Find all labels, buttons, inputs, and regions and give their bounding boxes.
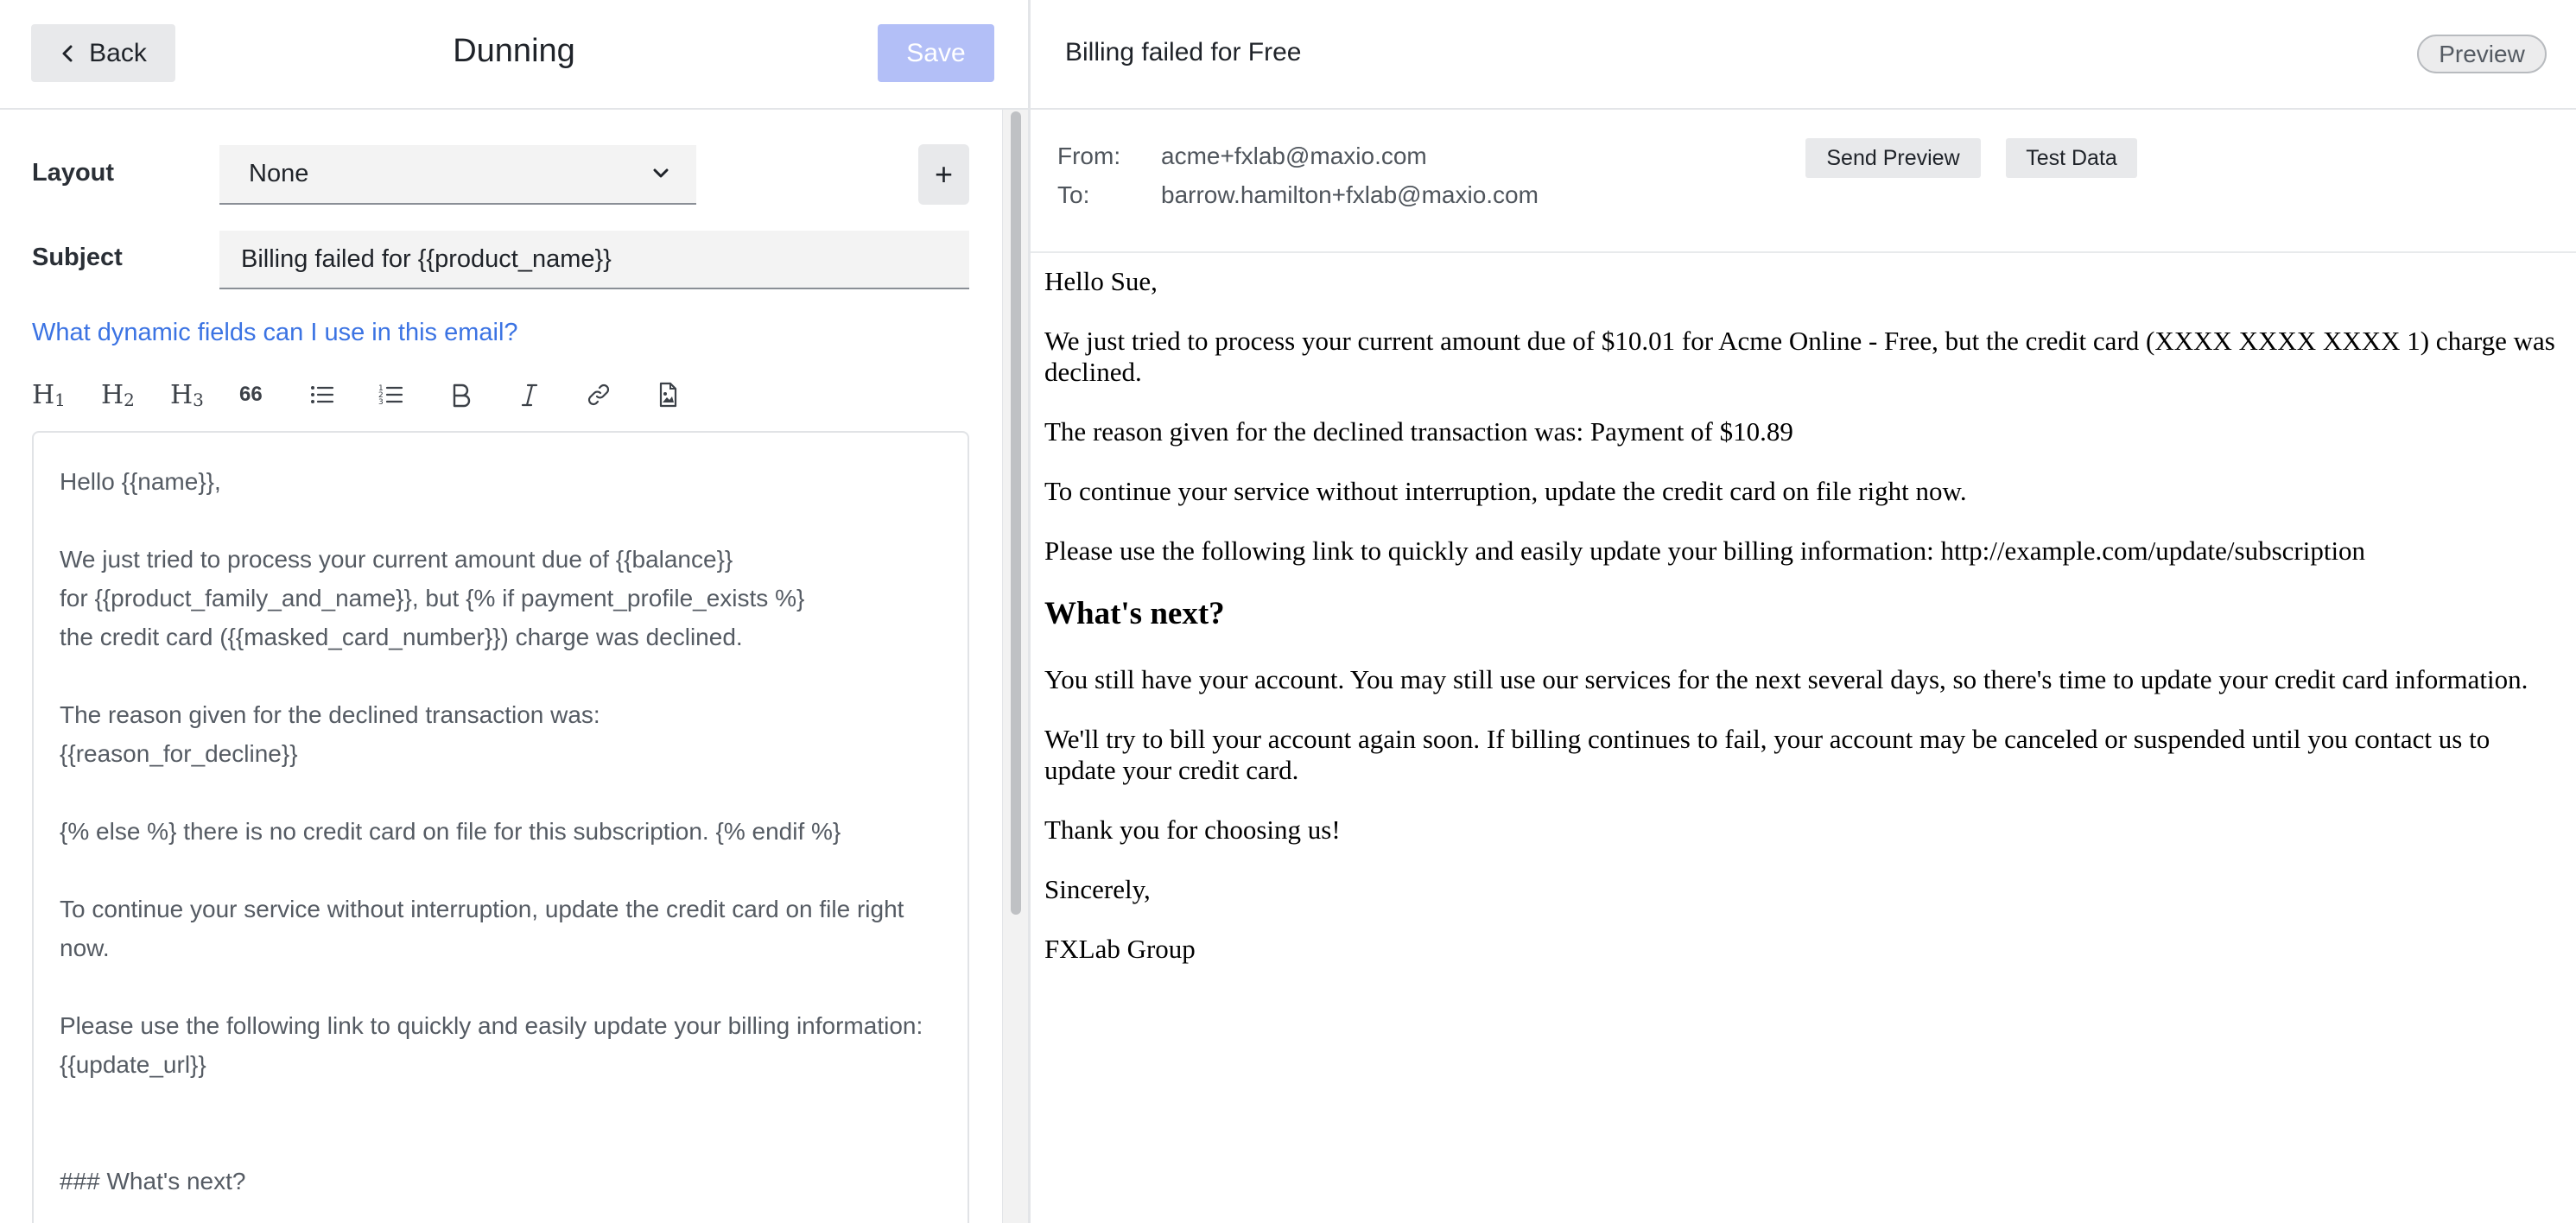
- editor-pane: Back Dunning Save Layout None + Subject …: [0, 0, 1028, 1223]
- email-body-editor[interactable]: Hello {{name}}, We just tried to process …: [32, 431, 969, 1223]
- bulleted-list-button[interactable]: [308, 371, 378, 419]
- editor-line: the credit card ({{masked_card_number}})…: [60, 624, 743, 650]
- preview-title: Billing failed for Free: [1065, 38, 1302, 67]
- from-address: acme+fxlab@maxio.com: [1161, 143, 1427, 169]
- email-signature: FXLab Group: [1044, 934, 1196, 964]
- from-label: From:: [1057, 143, 1121, 169]
- send-preview-button[interactable]: Send Preview: [1805, 138, 1981, 178]
- to-row: To: barrow.hamilton+fxlab@maxio.com: [1057, 181, 1539, 209]
- email-paragraph: Sincerely,: [1044, 874, 1151, 904]
- editor-blank-line: [60, 967, 942, 1006]
- bulleted-list-icon: [311, 386, 334, 403]
- email-paragraph: To continue your service without interru…: [1044, 476, 1967, 506]
- preview-pane: Billing failed for Free Preview From: ac…: [1031, 0, 2576, 1223]
- layout-select[interactable]: None: [219, 145, 696, 205]
- test-data-button[interactable]: Test Data: [2006, 138, 2137, 178]
- editor-line: {{update_url}}: [60, 1051, 206, 1078]
- email-meta: From: acme+fxlab@maxio.com To: barrow.ha…: [1031, 111, 2576, 253]
- heading-3-button[interactable]: H3: [170, 371, 239, 419]
- editor-line: Hello {{name}},: [60, 468, 221, 495]
- email-greeting: Hello Sue,: [1044, 266, 1158, 296]
- editor-scrollbar-thumb[interactable]: [1011, 111, 1021, 915]
- editor-blank-line: [60, 1123, 942, 1162]
- back-button[interactable]: Back: [31, 24, 175, 82]
- preview-header: Billing failed for Free Preview: [1031, 0, 2576, 110]
- back-button-label: Back: [89, 38, 147, 67]
- bold-icon: [453, 383, 471, 408]
- editor-line: Please use the following link to quickly…: [60, 1012, 923, 1039]
- link-icon: [587, 383, 610, 406]
- preview-badge: Preview: [2417, 35, 2547, 73]
- editor-blank-line: [60, 773, 942, 812]
- to-label: To:: [1057, 181, 1090, 208]
- subject-input[interactable]: Billing failed for {{product_name}}: [219, 231, 969, 289]
- editor-line: We just tried to process your current am…: [60, 546, 733, 573]
- editor-line: To continue your service without interru…: [60, 896, 904, 922]
- email-paragraph: We just tried to process your current am…: [1044, 326, 2555, 387]
- heading-2-button[interactable]: H2: [101, 371, 170, 419]
- editor-header: Back Dunning Save: [0, 0, 1028, 110]
- save-button[interactable]: Save: [878, 24, 994, 82]
- add-layout-button[interactable]: +: [918, 144, 969, 205]
- email-paragraph: Thank you for choosing us!: [1044, 814, 1341, 845]
- editor-line: The reason given for the declined transa…: [60, 701, 600, 728]
- heading-1-button[interactable]: H1: [32, 371, 101, 419]
- chevron-down-icon: [653, 168, 669, 178]
- page-title: Dunning: [453, 33, 575, 69]
- link-button[interactable]: [585, 371, 654, 419]
- email-preview-body: Hello Sue, We just tried to process your…: [1044, 266, 2565, 993]
- insert-file-button[interactable]: [654, 371, 723, 419]
- insert-file-icon: [659, 382, 677, 408]
- chevron-left-icon: [62, 45, 73, 61]
- editor-blank-line: [60, 656, 942, 695]
- formatting-toolbar: H1 H2 H3 66 123: [32, 371, 723, 419]
- email-paragraph: Please use the following link to quickly…: [1044, 535, 2366, 566]
- dynamic-fields-help-link[interactable]: What dynamic fields can I use in this em…: [32, 319, 518, 347]
- editor-line: {{reason_for_decline}}: [60, 740, 298, 767]
- editor-blank-line: [60, 851, 942, 890]
- editor-line: for {{product_family_and_name}}, but {% …: [60, 585, 805, 612]
- email-paragraph: We'll try to bill your account again soo…: [1044, 724, 2490, 785]
- layout-select-value: None: [249, 160, 309, 187]
- editor-line: ### What's next?: [60, 1168, 246, 1194]
- editor-scrollbar[interactable]: [1002, 110, 1028, 1223]
- blockquote-button[interactable]: 66: [239, 371, 308, 419]
- bold-button[interactable]: [447, 371, 516, 419]
- email-paragraph: The reason given for the declined transa…: [1044, 416, 1793, 447]
- from-row: From: acme+fxlab@maxio.com: [1057, 143, 1427, 170]
- email-heading: What's next?: [1044, 596, 1225, 631]
- svg-text:3: 3: [378, 398, 384, 407]
- editor-blank-line: [60, 501, 942, 540]
- editor-form: Layout None + Subject Billing failed for…: [0, 111, 1002, 1223]
- editor-line: {% else %} there is no credit card on fi…: [60, 818, 841, 845]
- italic-button[interactable]: [516, 371, 585, 419]
- editor-line: now.: [60, 935, 110, 961]
- email-paragraph: You still have your account. You may sti…: [1044, 664, 2528, 694]
- editor-blank-line: [60, 1084, 942, 1123]
- numbered-list-icon: 123: [378, 384, 403, 407]
- numbered-list-button[interactable]: 123: [378, 371, 447, 419]
- layout-label: Layout: [32, 159, 115, 187]
- subject-label: Subject: [32, 244, 123, 271]
- italic-icon: [521, 383, 538, 407]
- to-address: barrow.hamilton+fxlab@maxio.com: [1161, 181, 1539, 208]
